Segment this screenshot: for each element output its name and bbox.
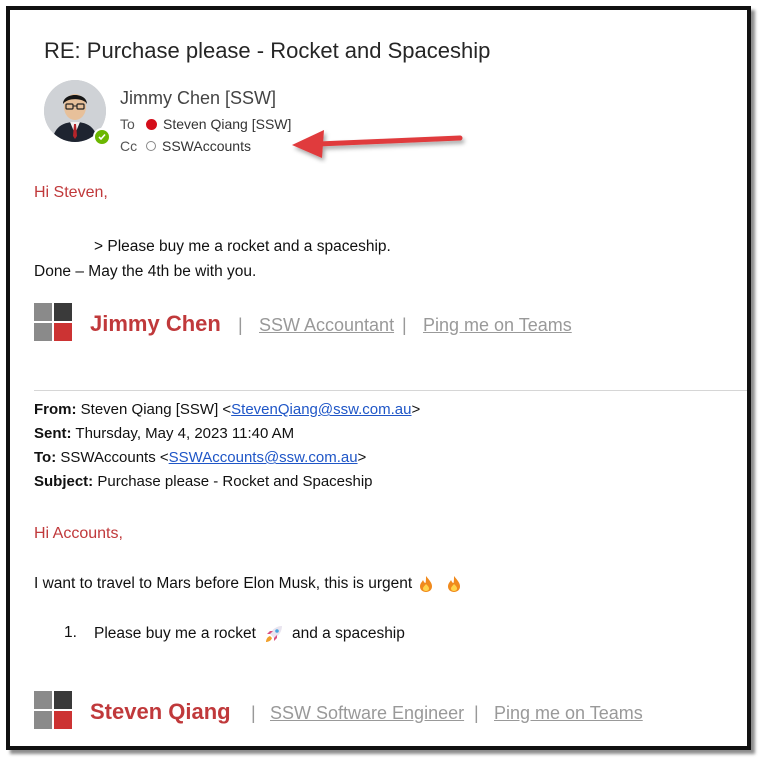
subject-value: Purchase please - Rocket and Spaceship (97, 473, 373, 490)
signature-separator: | (402, 315, 407, 335)
list-item: Please buy me a rocket and a spaceship (94, 624, 405, 644)
to-label: To (120, 116, 135, 132)
ssw-logo (34, 303, 72, 341)
presence-unknown-icon (146, 141, 156, 151)
sent-value: Thursday, May 4, 2023 11:40 AM (75, 425, 295, 442)
from-close: > (411, 401, 421, 418)
from-email-link[interactable]: StevenQiang@ssw.com.au (231, 401, 411, 418)
to-header-label: To: (34, 449, 57, 466)
presence-available-icon (93, 128, 111, 146)
reply-greeting: Hi Steven, (34, 184, 108, 201)
sent-label: Sent: (34, 425, 72, 442)
to-recipient[interactable]: Steven Qiang [SSW] (146, 116, 291, 132)
from-name: Steven Qiang [SSW] < (80, 401, 232, 418)
sender-name[interactable]: Jimmy Chen [SSW] (120, 88, 276, 109)
original-line1-text: I want to travel to Mars before Elon Mus… (34, 575, 413, 592)
rocket-emoji (265, 626, 282, 642)
to-close: > (357, 449, 367, 466)
reply-quote: > Please buy me a rocket and a spaceship… (94, 238, 391, 255)
signature-separator: | (238, 315, 243, 335)
fire-emoji (448, 576, 461, 592)
original-from-line: From: Steven Qiang [SSW] <StevenQiang@ss… (34, 401, 420, 418)
list-item-text-a: Please buy me a rocket (94, 625, 256, 642)
original-ping-on-teams-link[interactable]: Ping me on Teams (494, 703, 643, 724)
to-recipient-name: Steven Qiang [SSW] (163, 116, 292, 132)
red-arrow-annotation (292, 130, 463, 158)
subject-label: Subject: (34, 473, 94, 490)
original-signature-title-link[interactable]: SSW Software Engineer (270, 703, 464, 724)
to-email-link[interactable]: SSWAccounts@ssw.com.au (169, 449, 358, 466)
cc-label: Cc (120, 138, 138, 154)
signature-title-link[interactable]: SSW Accountant (259, 315, 394, 336)
original-sent-line: Sent: Thursday, May 4, 2023 11:40 AM (34, 425, 294, 442)
email-window: RE: Purchase please - Rocket and Spacesh… (6, 6, 751, 750)
from-label: From: (34, 401, 77, 418)
original-line1: I want to travel to Mars before Elon Mus… (34, 575, 462, 593)
cc-recipient-name: SSWAccounts (162, 138, 251, 154)
signature-separator: | (251, 703, 256, 723)
list-number: 1. (64, 624, 77, 641)
ping-on-teams-link[interactable]: Ping me on Teams (423, 315, 572, 336)
fire-emoji (420, 576, 433, 592)
message-divider (34, 390, 747, 391)
signature-separator: | (474, 703, 479, 723)
signature-name: Jimmy Chen (90, 311, 221, 336)
list-item-text-b: and a spaceship (291, 625, 405, 642)
original-to-line: To: SSWAccounts <SSWAccounts@ssw.com.au> (34, 449, 366, 466)
original-subject-line: Subject: Purchase please - Rocket and Sp… (34, 473, 373, 490)
email-subject: RE: Purchase please - Rocket and Spacesh… (44, 38, 491, 63)
original-greeting: Hi Accounts, (34, 525, 123, 542)
original-signature-name: Steven Qiang (90, 699, 231, 724)
presence-busy-icon (146, 118, 157, 130)
ssw-logo (34, 691, 72, 729)
to-header-name: SSWAccounts < (60, 449, 169, 466)
cc-recipient[interactable]: SSWAccounts (146, 138, 251, 154)
reply-response: Done – May the 4th be with you. (34, 263, 257, 280)
